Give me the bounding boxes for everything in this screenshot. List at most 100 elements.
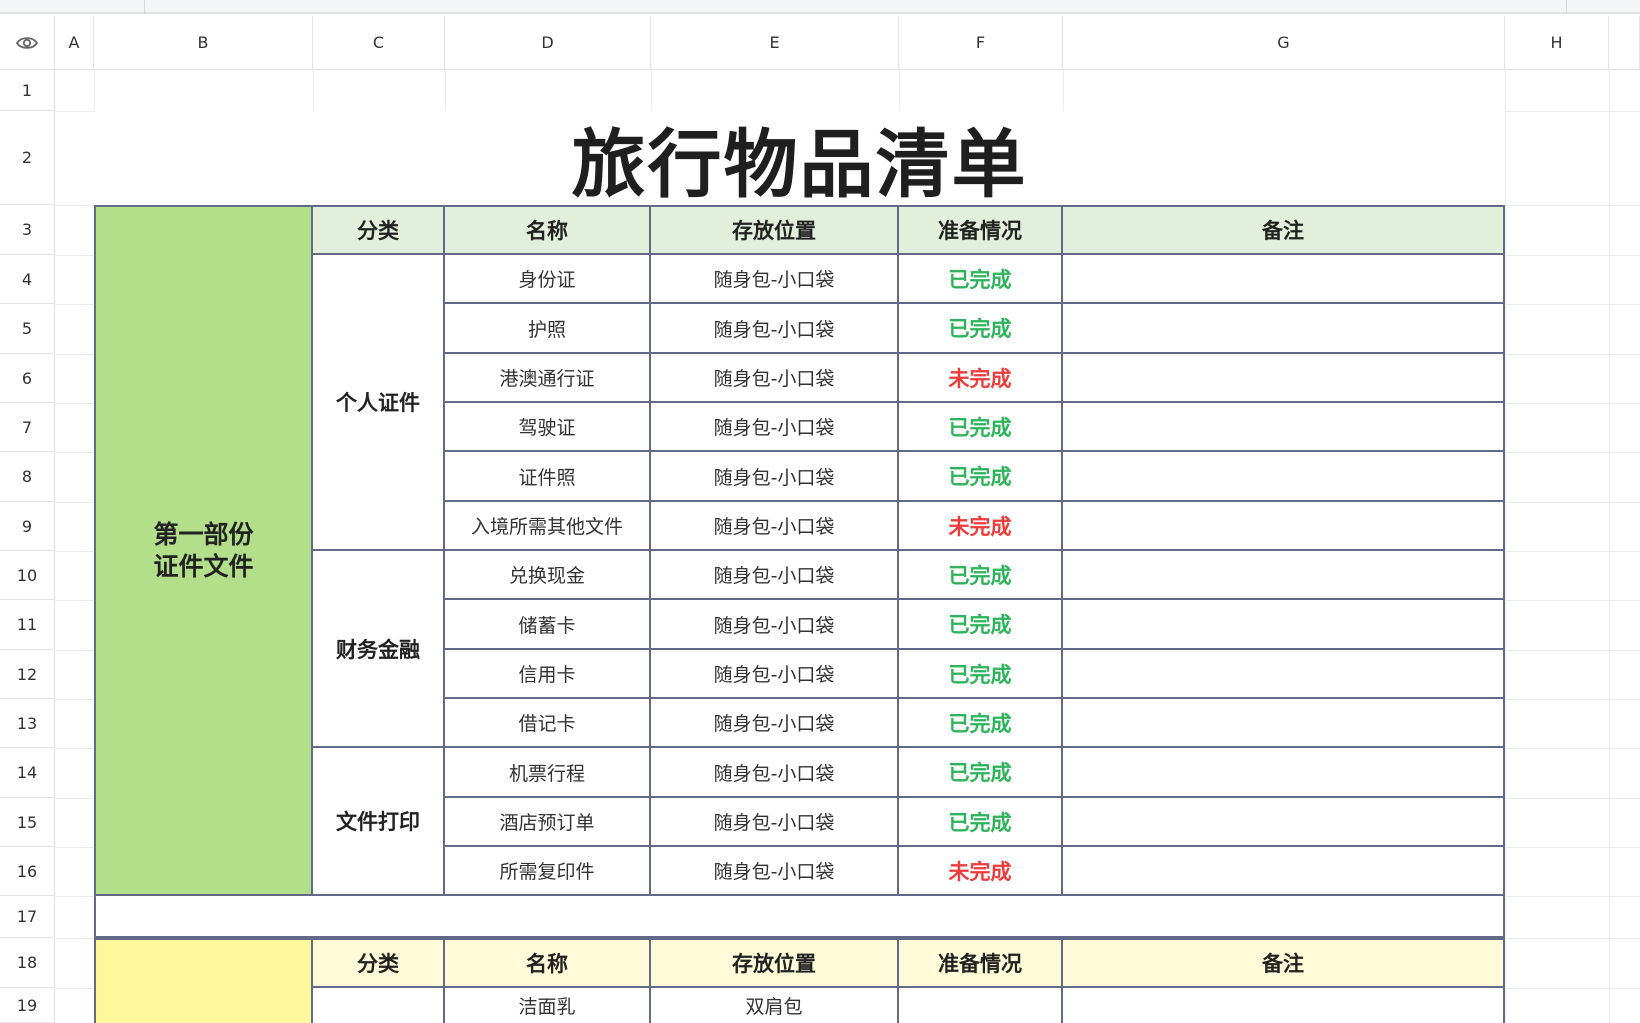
item-location-cell[interactable]: 随身包-小口袋	[651, 354, 899, 403]
item-status-cell[interactable]: 已完成	[899, 798, 1063, 847]
row-header-2[interactable]: 2	[0, 111, 55, 205]
row-header-12[interactable]: 12	[0, 650, 55, 699]
category-cell[interactable]: 个人证件	[313, 255, 445, 551]
item-name-cell[interactable]: 机票行程	[445, 748, 651, 798]
item-location-cell[interactable]: 随身包-小口袋	[651, 255, 899, 304]
item-location-cell[interactable]: 随身包-小口袋	[651, 847, 899, 896]
row-header-11[interactable]: 11	[0, 600, 55, 650]
formula-input[interactable]	[145, 0, 1567, 14]
column-header-e[interactable]: E	[651, 16, 899, 70]
item-location-cell[interactable]: 随身包-小口袋	[651, 304, 899, 354]
name-box[interactable]	[0, 0, 145, 14]
item-location-cell[interactable]: 随身包-小口袋	[651, 748, 899, 798]
item-location-cell[interactable]: 随身包-小口袋	[651, 798, 899, 847]
item-name-cell[interactable]: 港澳通行证	[445, 354, 651, 403]
item-name-cell[interactable]: 兑换现金	[445, 551, 651, 600]
item-note-cell[interactable]	[1063, 403, 1505, 452]
item-status-cell[interactable]	[899, 988, 1063, 1023]
item-location-cell[interactable]: 随身包-小口袋	[651, 650, 899, 699]
category-cell[interactable]	[313, 988, 445, 1023]
item-name-cell[interactable]: 入境所需其他文件	[445, 502, 651, 551]
item-name-cell[interactable]: 借记卡	[445, 699, 651, 748]
row-header-8[interactable]: 8	[0, 452, 55, 502]
item-note-cell[interactable]	[1063, 847, 1505, 896]
item-note-cell[interactable]	[1063, 650, 1505, 699]
section1-header-status[interactable]: 准备情况	[899, 205, 1063, 255]
row-header-16[interactable]: 16	[0, 847, 55, 896]
row-header-9[interactable]: 9	[0, 502, 55, 551]
item-name-cell[interactable]: 驾驶证	[445, 403, 651, 452]
row-header-18[interactable]: 18	[0, 938, 55, 988]
section2-header-name[interactable]: 名称	[445, 938, 651, 988]
item-status-cell[interactable]: 未完成	[899, 502, 1063, 551]
item-status-cell[interactable]: 已完成	[899, 255, 1063, 304]
section1-label[interactable]: 第一部份 证件文件	[94, 205, 313, 896]
category-cell[interactable]: 财务金融	[313, 551, 445, 748]
item-status-cell[interactable]: 已完成	[899, 551, 1063, 600]
item-status-cell[interactable]: 已完成	[899, 748, 1063, 798]
row-header-3[interactable]: 3	[0, 205, 55, 255]
row-header-10[interactable]: 10	[0, 551, 55, 600]
section2-header-location[interactable]: 存放位置	[651, 938, 899, 988]
item-status-cell[interactable]: 未完成	[899, 354, 1063, 403]
column-header-empty[interactable]	[1609, 16, 1640, 70]
item-note-cell[interactable]	[1063, 255, 1505, 304]
item-status-cell[interactable]: 已完成	[899, 699, 1063, 748]
section-separator-row[interactable]	[94, 896, 1505, 938]
item-name-cell[interactable]: 酒店预订单	[445, 798, 651, 847]
item-note-cell[interactable]	[1063, 551, 1505, 600]
item-note-cell[interactable]	[1063, 304, 1505, 354]
item-note-cell[interactable]	[1063, 699, 1505, 748]
section2-header-status[interactable]: 准备情况	[899, 938, 1063, 988]
row-header-14[interactable]: 14	[0, 748, 55, 798]
column-header-f[interactable]: F	[899, 16, 1063, 70]
column-header-a[interactable]: A	[55, 16, 94, 70]
visibility-eye-icon[interactable]	[0, 16, 55, 70]
row-header-1[interactable]: 1	[0, 70, 55, 111]
item-location-cell[interactable]: 双肩包	[651, 988, 899, 1023]
section2-header-note[interactable]: 备注	[1063, 938, 1505, 988]
row-header-15[interactable]: 15	[0, 798, 55, 847]
item-status-cell[interactable]: 已完成	[899, 403, 1063, 452]
item-name-cell[interactable]: 身份证	[445, 255, 651, 304]
item-name-cell[interactable]: 信用卡	[445, 650, 651, 699]
section1-header-note[interactable]: 备注	[1063, 205, 1505, 255]
column-header-b[interactable]: B	[94, 16, 313, 70]
item-note-cell[interactable]	[1063, 988, 1505, 1023]
item-status-cell[interactable]: 已完成	[899, 452, 1063, 502]
item-location-cell[interactable]: 随身包-小口袋	[651, 699, 899, 748]
section2-label[interactable]	[94, 938, 313, 1023]
item-location-cell[interactable]: 随身包-小口袋	[651, 502, 899, 551]
item-location-cell[interactable]: 随身包-小口袋	[651, 551, 899, 600]
section1-header-name[interactable]: 名称	[445, 205, 651, 255]
item-note-cell[interactable]	[1063, 452, 1505, 502]
item-note-cell[interactable]	[1063, 600, 1505, 650]
row-header-17[interactable]: 17	[0, 896, 55, 938]
row-header-13[interactable]: 13	[0, 699, 55, 748]
section1-header-location[interactable]: 存放位置	[651, 205, 899, 255]
row-header-5[interactable]: 5	[0, 304, 55, 354]
column-header-h[interactable]: H	[1505, 16, 1609, 70]
item-status-cell[interactable]: 未完成	[899, 847, 1063, 896]
item-status-cell[interactable]: 已完成	[899, 304, 1063, 354]
column-header-c[interactable]: C	[313, 16, 445, 70]
item-note-cell[interactable]	[1063, 748, 1505, 798]
item-name-cell[interactable]: 护照	[445, 304, 651, 354]
row-header-19[interactable]: 19	[0, 988, 55, 1023]
item-name-cell[interactable]: 所需复印件	[445, 847, 651, 896]
section1-header-category[interactable]: 分类	[313, 205, 445, 255]
item-location-cell[interactable]: 随身包-小口袋	[651, 600, 899, 650]
item-note-cell[interactable]	[1063, 502, 1505, 551]
item-name-cell[interactable]: 储蓄卡	[445, 600, 651, 650]
category-cell[interactable]: 文件打印	[313, 748, 445, 896]
item-name-cell[interactable]: 证件照	[445, 452, 651, 502]
item-location-cell[interactable]: 随身包-小口袋	[651, 452, 899, 502]
row-header-7[interactable]: 7	[0, 403, 55, 452]
item-name-cell[interactable]: 洁面乳	[445, 988, 651, 1023]
item-note-cell[interactable]	[1063, 354, 1505, 403]
section2-header-category[interactable]: 分类	[313, 938, 445, 988]
item-status-cell[interactable]: 已完成	[899, 650, 1063, 699]
sheet-title[interactable]: 旅行物品清单	[94, 111, 1505, 208]
row-header-4[interactable]: 4	[0, 255, 55, 304]
row-header-6[interactable]: 6	[0, 354, 55, 403]
